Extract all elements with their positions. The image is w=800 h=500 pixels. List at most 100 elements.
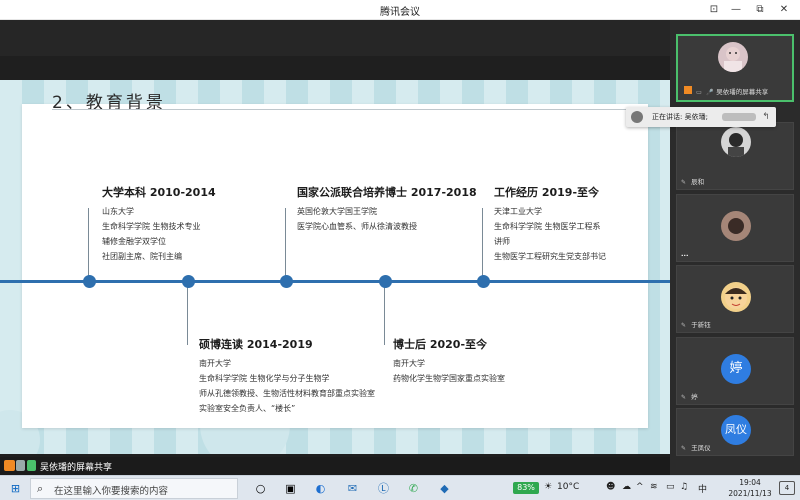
tencent-meeting-icon[interactable]: ◆ xyxy=(437,481,452,496)
microphone-muted-icon: ✎ xyxy=(681,322,687,329)
participant-cartoon-avatar xyxy=(721,282,751,312)
close-button[interactable]: ✕ xyxy=(774,2,794,18)
block-line: 医学院心血管系、师从徐清波教授 xyxy=(297,222,417,231)
windows-start-icon[interactable]: ⊞ xyxy=(8,481,23,496)
participant-tile[interactable]: ✎ 辰和 xyxy=(676,122,794,190)
system-clock[interactable]: 19:04 2021/11/13 xyxy=(720,477,780,499)
wechat-icon[interactable]: ✆ xyxy=(406,481,421,496)
timeline-dot xyxy=(477,275,490,288)
participant-name: ✎ 辰和 xyxy=(681,178,705,186)
education-block-work: 工作经历 2019-至今 天津工业大学 生命科学学院 生物医学工程系 讲师 生物… xyxy=(494,184,606,264)
timeline-dot xyxy=(83,275,96,288)
l-app-icon[interactable]: Ⓛ xyxy=(376,481,391,496)
timeline-line xyxy=(0,280,670,283)
participant-panel[interactable]: ▭ 🎤 吴依璠的屏幕共享 ✎ 辰和 ... ✎ 于新钰 婷 ✎ 婷 凤仪 ✎ 王… xyxy=(670,20,800,457)
education-block-masters-phd: 硕博连读 2014-2019 南开大学 生命科学学院 生物化学与分子生物学 师从… xyxy=(199,336,375,416)
timeline-dot xyxy=(182,275,195,288)
block-line: 社团副主席、院刊主编 xyxy=(102,252,182,261)
person-photo-icon xyxy=(728,133,744,157)
person-photo-icon xyxy=(728,218,744,234)
participant-name: ✎ 王凤仪 xyxy=(681,444,711,452)
participant-tile[interactable]: 凤仪 ✎ 王凤仪 xyxy=(676,408,794,456)
people-icon[interactable]: ☻ xyxy=(606,482,615,492)
maximize-button[interactable]: ⧉ xyxy=(750,2,770,18)
slide: 2、教育背景 大学本科 2010-2014 山东大学 生命科学学院 生物技术专业… xyxy=(0,80,670,470)
block-line: 南开大学 xyxy=(199,359,231,368)
person-photo-icon xyxy=(724,47,742,72)
collapse-icon[interactable]: ↰ xyxy=(758,109,774,125)
block-heading: 工作经历 2019-至今 xyxy=(494,186,600,199)
block-line: 药物化学生物学国家重点实验室 xyxy=(393,374,505,383)
mail-icon[interactable]: ✉ xyxy=(345,481,360,496)
block-heading: 大学本科 2010-2014 xyxy=(102,186,216,199)
host-icon xyxy=(4,460,15,471)
microphone-muted-icon: ✎ xyxy=(681,394,687,401)
top-strip xyxy=(0,20,670,56)
timeline-connector xyxy=(88,208,89,280)
speaker-avatar-icon xyxy=(631,111,643,123)
windows-taskbar: ⊞ ⌕ 在这里输入你要搜索的内容 ○ ▣ ◐ ✉ Ⓛ ✆ ◆ 83% ☀ 10°… xyxy=(0,475,800,500)
weather-icon[interactable]: ☀ xyxy=(544,482,552,492)
search-placeholder: 在这里输入你要搜索的内容 xyxy=(54,486,169,497)
participant-name: ✎ 于新钰 xyxy=(681,321,711,329)
education-block-postdoc: 博士后 2020-至今 南开大学 药物化学生物学国家重点实验室 xyxy=(393,336,505,386)
speaker-icon[interactable]: ♫ xyxy=(680,482,688,492)
timeline-connector xyxy=(384,283,385,345)
pin-icon[interactable]: ⊡ xyxy=(704,2,724,18)
speaking-label: 正在讲话: 吴依璠; xyxy=(652,113,708,121)
block-line: 天津工业大学 xyxy=(494,207,542,216)
participant-photo xyxy=(721,127,751,157)
chevron-up-icon[interactable]: ^ xyxy=(636,482,644,492)
speaking-indicator: 正在讲话: 吴依璠; ↰ xyxy=(626,107,776,127)
participant-name: ▭ 🎤 吴依璠的屏幕共享 xyxy=(682,85,771,97)
title-underline xyxy=(52,109,648,110)
participant-tile[interactable]: 婷 ✎ 婷 xyxy=(676,337,794,405)
clock-time: 19:04 xyxy=(739,478,761,487)
block-heading: 国家公派联合培养博士 2017-2018 xyxy=(297,186,477,199)
block-line: 生命科学学院 生物医学工程系 xyxy=(494,222,601,231)
screen-share-icon xyxy=(16,460,25,471)
timeline-dot xyxy=(379,275,392,288)
participant-tile[interactable]: ▭ 🎤 吴依璠的屏幕共享 xyxy=(676,34,794,102)
weather-temperature[interactable]: 10°C xyxy=(557,482,579,492)
battery-indicator[interactable]: 83% xyxy=(513,482,539,494)
block-heading: 博士后 2020-至今 xyxy=(393,338,488,351)
edge-icon[interactable]: ◐ xyxy=(313,481,328,496)
block-line: 师从孔德领教授、生物活性材料教育部重点实验室 xyxy=(199,389,375,398)
task-view-icon[interactable]: ▣ xyxy=(283,481,298,496)
block-line: 讲师 xyxy=(494,237,510,246)
battery-icon[interactable]: ▭ xyxy=(666,482,675,492)
screen-share-icon: ▭ xyxy=(696,89,702,96)
blurred-name xyxy=(722,113,756,121)
cortana-icon[interactable]: ○ xyxy=(253,481,268,496)
shared-screen-area: 2、教育背景 大学本科 2010-2014 山东大学 生命科学学院 生物技术专业… xyxy=(0,20,670,477)
microphone-muted-icon: ✎ xyxy=(681,179,687,186)
screen-share-bar: 吴依璠的屏幕共享 xyxy=(0,457,670,475)
education-block-joint-phd: 国家公派联合培养博士 2017-2018 英国伦敦大学国王学院 医学院心血管系、… xyxy=(297,184,477,234)
timeline-dot xyxy=(280,275,293,288)
microphone-icon: 🎤 xyxy=(706,89,714,96)
wifi-icon[interactable]: ≋ xyxy=(650,482,658,492)
cartoon-face-icon xyxy=(725,287,747,309)
ime-indicator[interactable]: 中 xyxy=(698,482,707,495)
participant-tile[interactable]: ... xyxy=(676,194,794,262)
participant-initial-avatar: 婷 xyxy=(721,354,751,384)
block-line: 实验室安全负责人、“楼长” xyxy=(199,404,296,413)
taskbar-search-box[interactable]: ⌕ 在这里输入你要搜索的内容 xyxy=(30,478,238,499)
cloud-icon[interactable]: ☁ xyxy=(622,482,631,492)
clock-date: 2021/11/13 xyxy=(728,489,772,498)
minimize-button[interactable]: — xyxy=(726,2,746,18)
search-icon: ⌕ xyxy=(37,482,44,495)
host-icon xyxy=(684,86,692,94)
participant-photo xyxy=(721,211,751,241)
microphone-icon xyxy=(27,460,36,471)
participant-tile[interactable]: ✎ 于新钰 xyxy=(676,265,794,333)
participant-name: ... xyxy=(681,250,689,258)
screen-share-label: 吴依璠的屏幕共享 xyxy=(40,463,113,473)
block-line: 山东大学 xyxy=(102,207,134,216)
block-line: 生命科学学院 生物化学与分子生物学 xyxy=(199,374,330,383)
participant-name: ✎ 婷 xyxy=(681,393,698,401)
notification-icon[interactable]: 4 xyxy=(779,481,795,495)
block-line: 英国伦敦大学国王学院 xyxy=(297,207,377,216)
block-line: 南开大学 xyxy=(393,359,425,368)
